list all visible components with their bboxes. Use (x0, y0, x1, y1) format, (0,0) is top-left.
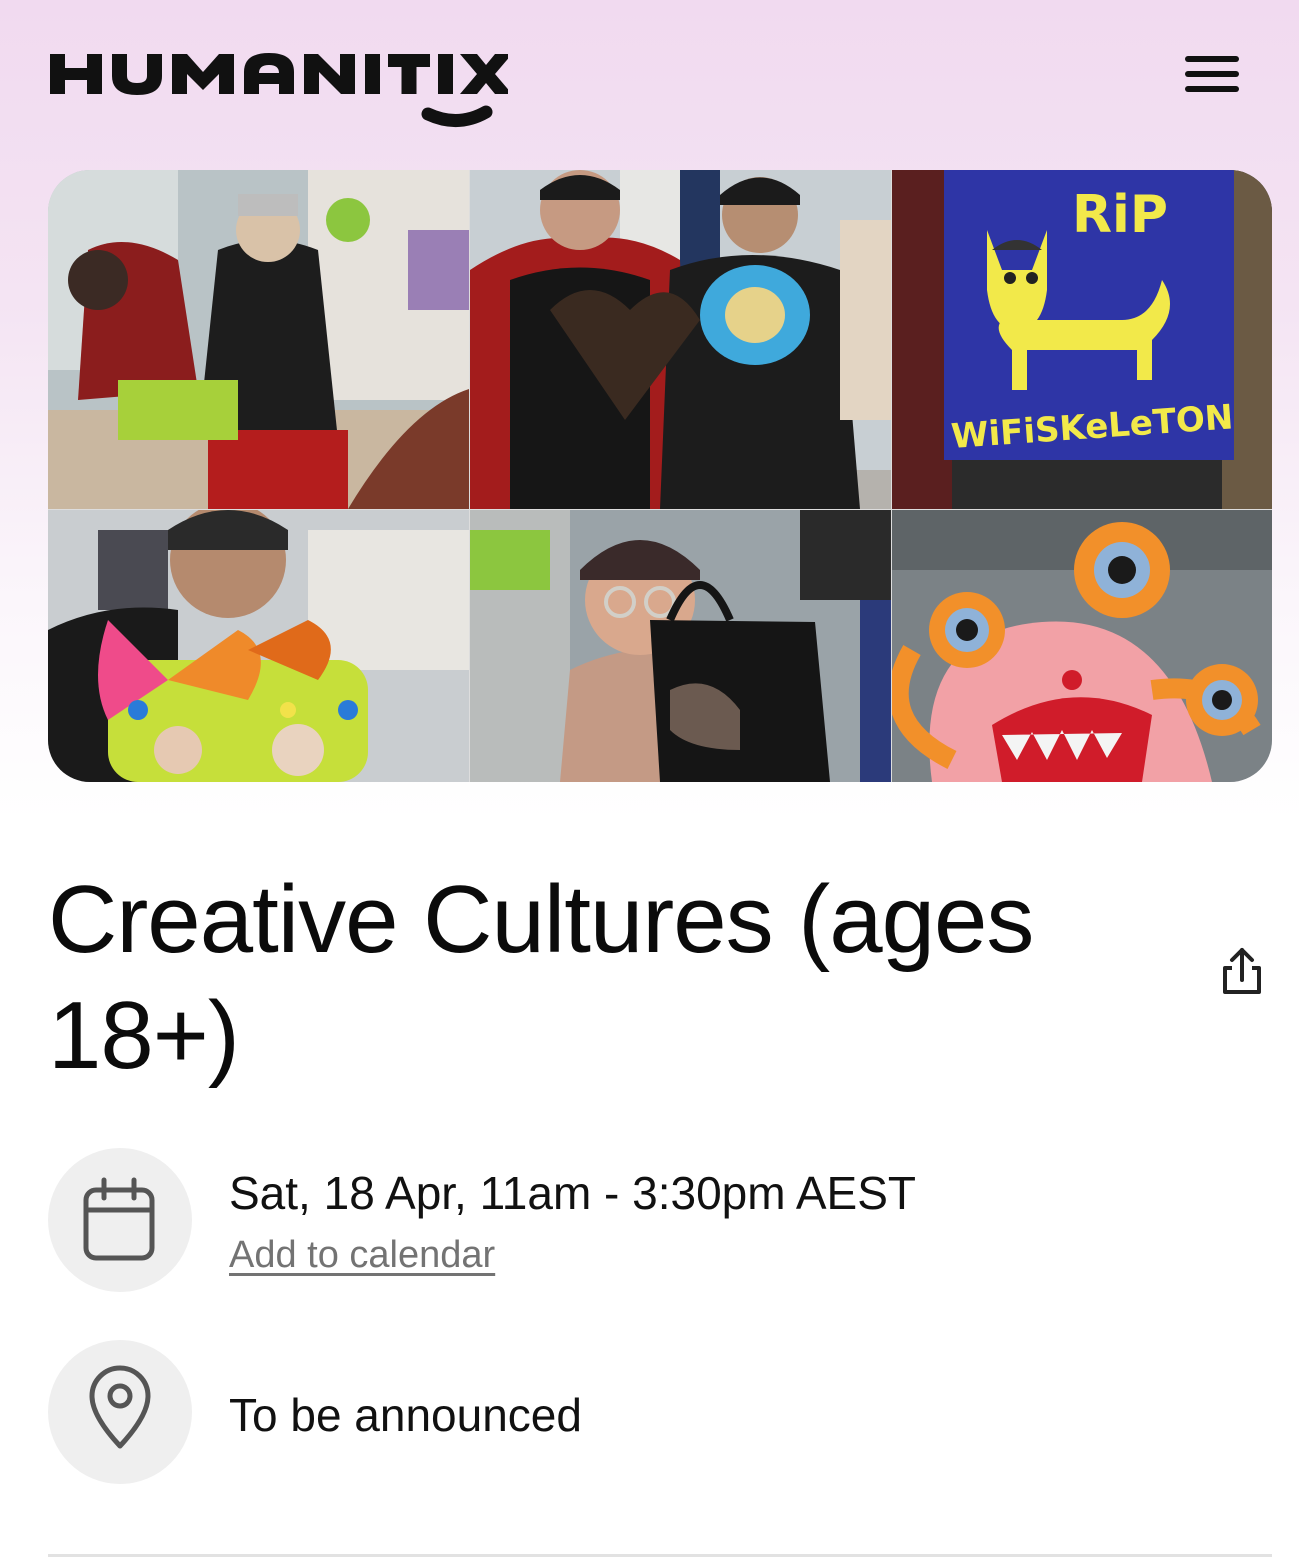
event-date-time: Sat, 18 Apr, 11am - 3:30pm AEST (229, 1167, 916, 1219)
gallery-photo-4 (48, 510, 469, 782)
section-divider (48, 1554, 1272, 1557)
event-title: Creative Cultures (ages 18+) (48, 866, 1034, 1089)
share-button[interactable] (1212, 942, 1272, 1002)
location-pin-icon (89, 1365, 151, 1449)
gallery-photo-2 (470, 170, 891, 509)
gallery-photo-5 (470, 510, 891, 782)
calendar-icon (83, 1177, 155, 1261)
add-to-calendar-link[interactable]: Add to calendar (229, 1231, 495, 1279)
share-icon (1223, 948, 1261, 994)
humanitix-logo-mark (50, 53, 512, 127)
gallery-photo-3: RiP WiFiSKeLeTON (892, 170, 1272, 509)
event-location: To be announced (229, 1389, 582, 1441)
banner-text-rip: RiP (1072, 185, 1168, 245)
location-icon-circle (48, 1340, 192, 1484)
menu-button[interactable] (1180, 52, 1244, 96)
gallery-photo-6 (892, 510, 1272, 782)
calendar-icon-circle (48, 1148, 192, 1292)
gallery-photo-1 (48, 170, 469, 509)
event-photo-gallery[interactable]: RiP WiFiSKeLeTON (48, 170, 1272, 782)
humanitix-logo[interactable] (48, 44, 512, 134)
hamburger-icon (1185, 56, 1239, 62)
